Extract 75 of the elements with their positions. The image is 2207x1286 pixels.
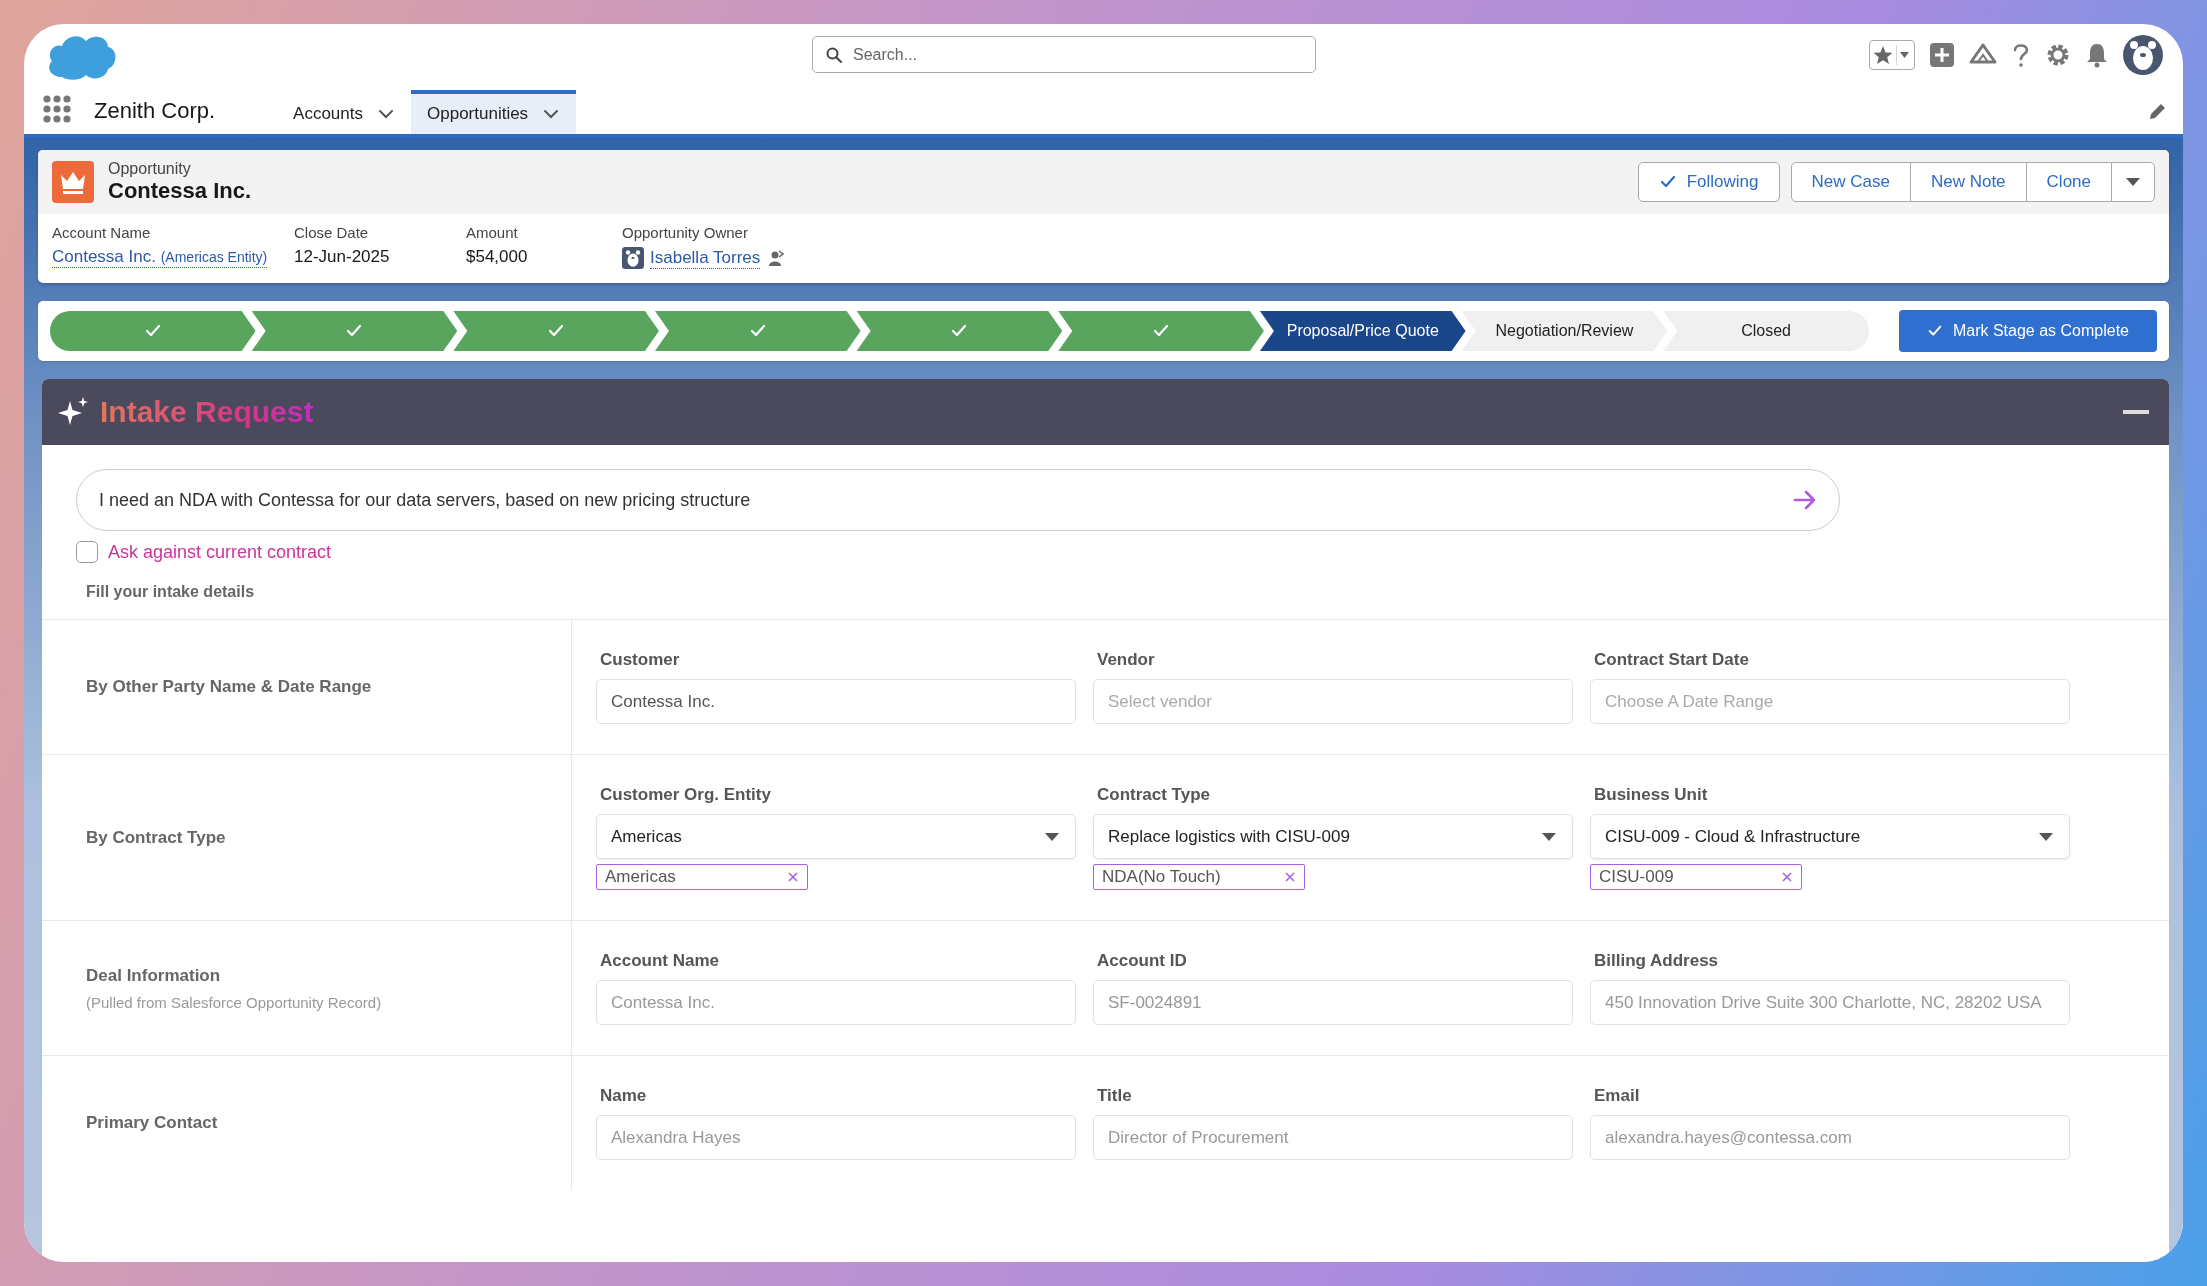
field-label: Account Name [52,224,152,241]
path-stage[interactable] [856,311,1063,351]
dropdown[interactable]: Replace logistics with CISU-009 [1093,814,1573,859]
remove-tag-button[interactable] [787,871,799,883]
record-type: Opportunity [108,160,192,178]
account-link[interactable]: Contessa Inc. (Americas Entity) [52,247,268,268]
check-icon [1926,323,1943,339]
field-label: Account ID [1096,951,1188,971]
nav-tab[interactable]: Opportunities [411,90,577,134]
input-field[interactable]: Choose A Date Range [1590,679,2070,724]
remove-tag-button[interactable] [1284,871,1296,883]
field-label: Customer Org. Entity [599,785,772,805]
search-icon [826,47,842,63]
app-launcher-icon[interactable] [42,94,72,124]
path-stage[interactable] [453,311,659,351]
app-name: Zenith Corp. [94,98,216,124]
dropdown[interactable]: CISU-009 - Cloud & Infrastructure [1590,814,2070,859]
field-value: 12-Jun-2025 [294,247,390,267]
crown-icon [52,161,94,203]
favorites-button[interactable] [1869,40,1915,70]
dropdown[interactable]: Americas [596,814,1076,859]
field-label: Email [1593,1086,1641,1106]
field-label: Account Name [599,951,721,971]
tag-text: CISU-009 [1599,867,1674,887]
field-label: Close Date [294,224,370,241]
action-button[interactable]: Clone [2025,162,2112,202]
pencil-icon[interactable] [2147,102,2167,122]
follow-button[interactable]: Following [1637,162,1780,202]
path-stage[interactable] [1058,311,1264,351]
path-stage[interactable]: Proposal/Price Quote [1259,311,1466,351]
nav-tab[interactable]: Accounts [277,90,411,134]
user-avatar[interactable] [2123,35,2163,75]
tag-text: NDA(No Touch) [1102,867,1221,887]
mark-complete-button[interactable]: Mark Stage as Complete [1898,310,2157,352]
field-label: Business Unit [1593,785,1709,805]
path-stage[interactable] [251,311,458,351]
input-field[interactable]: Select vendor [1093,679,1573,724]
field-label: Contract Start Date [1593,650,1750,670]
prompt-field[interactable]: I need an NDA with Contessa for our data servers, based on new pricing structure [76,469,1840,531]
owner-avatar [622,247,644,269]
change-owner-icon[interactable] [766,249,785,267]
record-title: Contessa Inc. [108,178,252,204]
field-label: Vendor [1096,650,1156,670]
row-note: (Pulled from Salesforce Opportunity Record) [86,993,383,1011]
path-stage[interactable] [50,311,256,351]
field-label: Amount [466,224,519,241]
notifications-icon[interactable] [2085,42,2109,68]
action-button[interactable]: New Note [1909,162,2027,202]
settings-icon[interactable] [2045,42,2071,68]
field-label: Opportunity Owner [622,224,749,241]
path-stage[interactable]: Closed [1663,311,1869,351]
row-label: By Contract Type [86,827,227,848]
search-field[interactable]: Search... [812,36,1316,73]
field-label: Billing Address [1593,951,1720,971]
help-icon[interactable] [2011,42,2031,68]
row-label: Deal Information [86,965,222,986]
field-value: $54,000 [466,247,528,267]
remove-tag-button[interactable] [1781,871,1793,883]
field-label: Contract Type [1096,785,1212,805]
tag-text: Americas [605,867,676,887]
path-stage[interactable]: Negotiation/Review [1461,311,1668,351]
owner-link[interactable]: Isabella Torres [650,247,761,269]
checkbox[interactable] [76,541,98,563]
field-label: Title [1096,1086,1133,1106]
field-label: Name [599,1086,648,1106]
action-button[interactable]: New Case [1790,162,1911,202]
row-label: By Other Party Name & Date Range [86,677,373,697]
path-stage[interactable] [654,311,861,351]
more-actions-button[interactable] [2111,162,2155,202]
row-label: Primary Contact [86,1113,219,1133]
checkbox-label[interactable]: Ask against current contract [108,541,332,563]
input-field[interactable]: Contessa Inc. [596,679,1076,724]
section-subtitle: Fill your intake details [86,583,256,601]
field-label: Customer [599,650,681,670]
plus-icon[interactable] [1929,42,1955,68]
